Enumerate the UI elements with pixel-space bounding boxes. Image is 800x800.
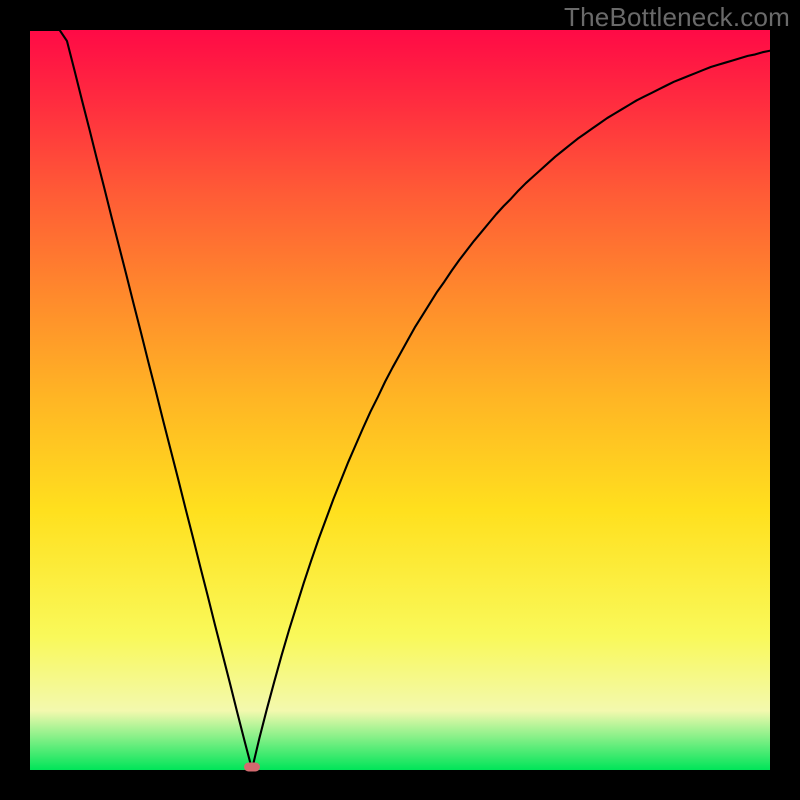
bottleneck-curve <box>30 30 770 770</box>
chart-plot-area <box>30 30 770 770</box>
minimum-marker <box>244 763 260 772</box>
watermark-text: TheBottleneck.com <box>564 2 790 33</box>
